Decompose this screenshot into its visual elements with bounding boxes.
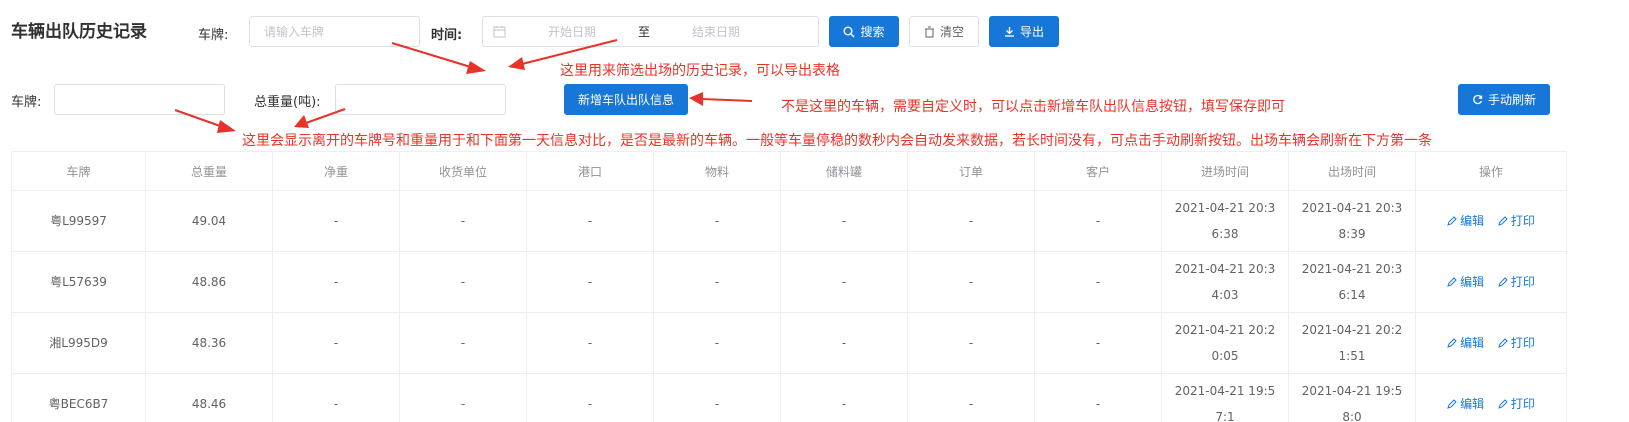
cell-customer: - xyxy=(1034,373,1162,422)
cell-in-time: 2021-04-21 20:36:38 xyxy=(1174,201,1276,241)
col-material: 物料 xyxy=(653,151,781,191)
cell-net: - xyxy=(272,373,400,422)
print-label: 打印 xyxy=(1510,396,1535,411)
cell-port: - xyxy=(526,373,654,422)
print-icon xyxy=(1498,337,1508,348)
display-arrow-right xyxy=(294,108,346,128)
print-label: 打印 xyxy=(1510,335,1535,350)
table-row: 粤BEC6B7 48.46 - - - - - - - 2021-04-21 1… xyxy=(11,373,1567,422)
print-label: 打印 xyxy=(1510,274,1535,289)
cell-out-time: 2021-04-21 19:58:0 xyxy=(1301,384,1403,422)
cell-port: - xyxy=(526,190,654,252)
cell-net: - xyxy=(272,312,400,374)
cell-in-time: 2021-04-21 19:57:1 xyxy=(1174,384,1276,422)
history-table: 车牌 总重量 净重 收货单位 港口 物料 储料罐 订单 客户 进场时间 出场时间… xyxy=(11,151,1567,422)
cell-net: - xyxy=(272,190,400,252)
print-icon xyxy=(1498,398,1508,409)
cell-customer: - xyxy=(1034,312,1162,374)
col-order: 订单 xyxy=(907,151,1035,191)
col-gross-weight: 总重量 xyxy=(145,151,273,191)
cell-receiver: - xyxy=(399,251,527,313)
display-arrow-left xyxy=(174,109,236,133)
cell-material: - xyxy=(653,373,781,422)
print-link[interactable]: 打印 xyxy=(1498,391,1535,417)
add-arrow xyxy=(689,92,753,106)
display-annotation: 这里会显示离开的车牌号和重量用于和下面第一天信息对比，是否是最新的车辆。一般等车… xyxy=(242,133,1432,149)
filter-arrow-left xyxy=(391,42,486,74)
edit-icon xyxy=(1447,215,1457,226)
edit-link[interactable]: 编辑 xyxy=(1447,208,1484,234)
cell-gross: 48.46 xyxy=(145,373,273,422)
cell-out-time: 2021-04-21 20:21:51 xyxy=(1301,323,1403,363)
cell-port: - xyxy=(526,312,654,374)
cell-receiver: - xyxy=(399,312,527,374)
table-row: 粤L57639 48.86 - - - - - - - 2021-04-21 2… xyxy=(11,251,1567,313)
edit-icon xyxy=(1447,398,1457,409)
add-annotation: 不是这里的车辆，需要自定义时，可以点击新增车队出队信息按钮，填写保存即可 xyxy=(781,99,1285,115)
cell-net: - xyxy=(272,251,400,313)
col-out-time: 出场时间 xyxy=(1288,151,1416,191)
cell-in-time: 2021-04-21 20:20:05 xyxy=(1174,323,1276,363)
filter-annotation: 这里用来筛选出场的历史记录，可以导出表格 xyxy=(560,63,840,79)
table-row: 粤L99597 49.04 - - - - - - - 2021-04-21 2… xyxy=(11,190,1567,252)
cell-plate: 粤L99597 xyxy=(11,190,146,252)
table-header-row: 车牌 总重量 净重 收货单位 港口 物料 储料罐 订单 客户 进场时间 出场时间… xyxy=(11,151,1567,191)
cell-receiver: - xyxy=(399,373,527,422)
cell-order: - xyxy=(907,373,1035,422)
col-customer: 客户 xyxy=(1034,151,1162,191)
edit-icon xyxy=(1447,337,1457,348)
cell-tank: - xyxy=(780,373,908,422)
cell-port: - xyxy=(526,251,654,313)
col-tank: 储料罐 xyxy=(780,151,908,191)
cell-tank: - xyxy=(780,312,908,374)
cell-in-time: 2021-04-21 20:34:03 xyxy=(1174,262,1276,302)
edit-label: 编辑 xyxy=(1460,396,1485,411)
cell-tank: - xyxy=(780,190,908,252)
edit-link[interactable]: 编辑 xyxy=(1447,391,1484,417)
edit-link[interactable]: 编辑 xyxy=(1447,330,1484,356)
col-in-time: 进场时间 xyxy=(1161,151,1289,191)
col-plate: 车牌 xyxy=(11,151,146,191)
cell-out-time: 2021-04-21 20:36:14 xyxy=(1301,262,1403,302)
edit-label: 编辑 xyxy=(1460,335,1485,350)
print-label: 打印 xyxy=(1510,213,1535,228)
print-link[interactable]: 打印 xyxy=(1498,269,1535,295)
col-receiver: 收货单位 xyxy=(399,151,527,191)
cell-receiver: - xyxy=(399,190,527,252)
cell-order: - xyxy=(907,312,1035,374)
edit-label: 编辑 xyxy=(1460,274,1485,289)
cell-customer: - xyxy=(1034,251,1162,313)
cell-order: - xyxy=(907,251,1035,313)
print-link[interactable]: 打印 xyxy=(1498,330,1535,356)
cell-plate: 粤L57639 xyxy=(11,251,146,313)
edit-icon xyxy=(1447,276,1457,287)
cell-tank: - xyxy=(780,251,908,313)
edit-label: 编辑 xyxy=(1460,213,1485,228)
cell-plate: 粤BEC6B7 xyxy=(11,373,146,422)
cell-material: - xyxy=(653,251,781,313)
col-actions: 操作 xyxy=(1415,151,1567,191)
table-row: 湘L995D9 48.36 - - - - - - - 2021-04-21 2… xyxy=(11,312,1567,374)
cell-order: - xyxy=(907,190,1035,252)
cell-customer: - xyxy=(1034,190,1162,252)
cell-out-time: 2021-04-21 20:38:39 xyxy=(1301,201,1403,241)
cell-gross: 48.86 xyxy=(145,251,273,313)
print-icon xyxy=(1498,276,1508,287)
cell-plate: 湘L995D9 xyxy=(11,312,146,374)
edit-link[interactable]: 编辑 xyxy=(1447,269,1484,295)
print-link[interactable]: 打印 xyxy=(1498,208,1535,234)
cell-material: - xyxy=(653,190,781,252)
cell-gross: 48.36 xyxy=(145,312,273,374)
cell-material: - xyxy=(653,312,781,374)
col-net-weight: 净重 xyxy=(272,151,400,191)
print-icon xyxy=(1498,215,1508,226)
cell-gross: 49.04 xyxy=(145,190,273,252)
col-port: 港口 xyxy=(526,151,654,191)
